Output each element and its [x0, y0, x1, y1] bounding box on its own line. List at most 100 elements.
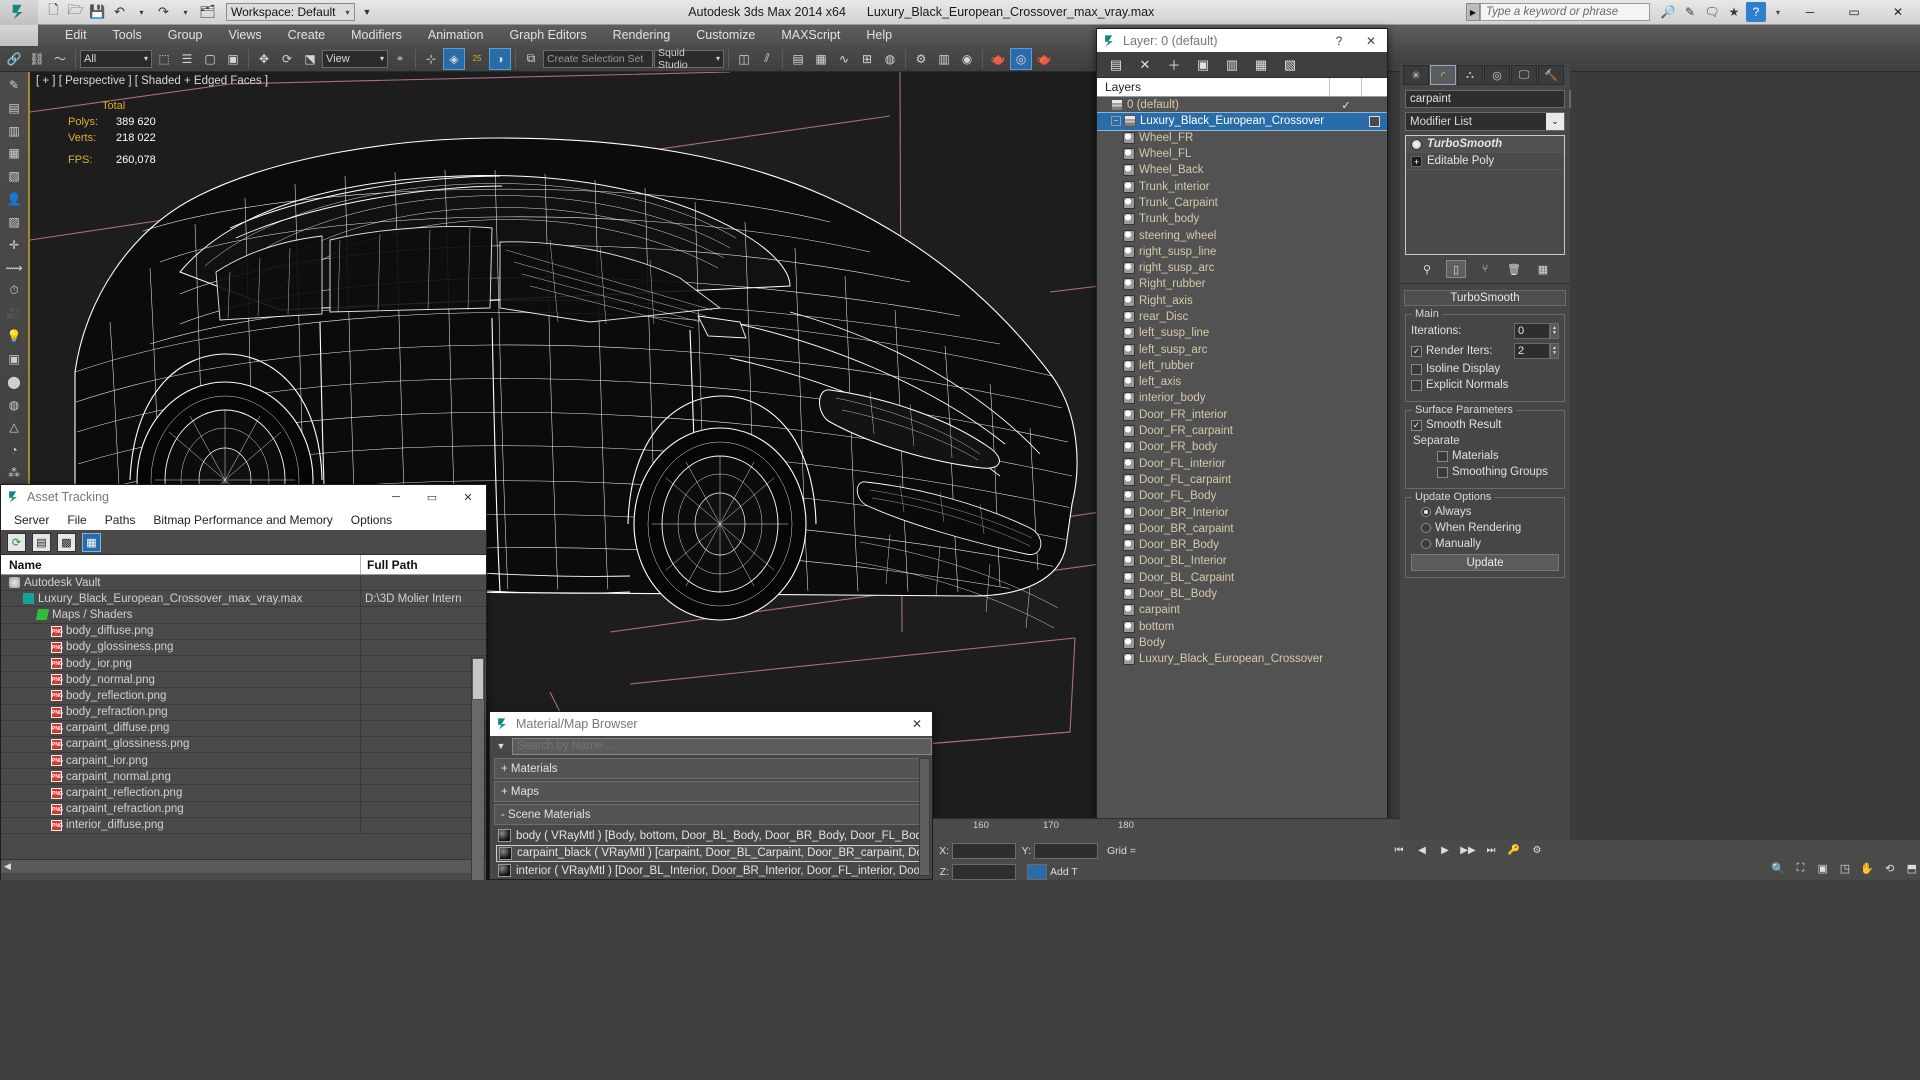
populate-icon[interactable]: 👤 [2, 188, 26, 210]
search-input[interactable]: Type a keyword or phrase [1480, 3, 1650, 21]
menu-item-modifiers[interactable]: Modifiers [338, 25, 415, 46]
layer-row[interactable]: Door_FL_Body [1097, 488, 1387, 504]
asset-menu-bitmap-performance-and-memory[interactable]: Bitmap Performance and Memory [144, 513, 341, 527]
material-icon[interactable]: ◍ [2, 394, 26, 416]
show-end-result-icon[interactable]: ▯ [1446, 260, 1466, 278]
asset-row[interactable]: PNG interior_diffuse.png [1, 817, 486, 834]
layer-row[interactable]: left_susp_line [1097, 325, 1387, 341]
asset-horizontal-scrollbar[interactable]: ◀ ▶ [1, 859, 486, 873]
menu-item-views[interactable]: Views [215, 25, 274, 46]
favorites-icon[interactable]: ★ [1724, 2, 1744, 22]
save-icon[interactable]: 💾 [88, 3, 107, 22]
containers-icon[interactable]: ▨ [2, 211, 26, 233]
bind-spacewarp-icon[interactable]: 〜 [49, 48, 71, 70]
configure-sets-icon[interactable]: ▦ [1533, 260, 1553, 278]
scrollbar-thumb[interactable] [472, 658, 484, 700]
asset-row[interactable]: PNG carpaint_refraction.png [1, 801, 486, 818]
asset-row[interactable]: Luxury_Black_European_Crossover_max_vray… [1, 591, 486, 608]
mmb-group--maps[interactable]: + Maps [494, 781, 928, 802]
named-set-dropdown[interactable]: Squid Studio ▾ [654, 47, 724, 71]
select-scale-icon[interactable]: ⬔ [299, 48, 321, 70]
asset-row[interactable]: PNG carpaint_glossiness.png [1, 736, 486, 754]
layer-active-check[interactable]: ✓ [1331, 99, 1361, 112]
percent-snap-icon[interactable]: 25 [466, 48, 488, 70]
redo-icon[interactable]: ↷ [154, 3, 173, 22]
layer-row-selected[interactable]: − Luxury_Black_European_Crossover [1097, 112, 1387, 131]
make-unique-icon[interactable]: ⑂ [1475, 260, 1495, 278]
render-icon[interactable]: ▣ [2, 348, 26, 370]
smoothing-groups-checkbox[interactable] [1437, 466, 1448, 478]
layer-row[interactable]: Door_FL_carpaint [1097, 472, 1387, 488]
object-name-input[interactable] [1405, 90, 1565, 108]
named-selection-set-input[interactable]: Create Selection Set [543, 49, 653, 68]
render-iters-spinner[interactable]: ▲▼ [1514, 343, 1559, 359]
pin-stack-icon[interactable]: ⚲ [1417, 260, 1437, 278]
render-iters-checkbox[interactable]: ✓ [1411, 345, 1422, 357]
select-layer-icon[interactable]: ▥ [1223, 56, 1241, 74]
selection-filter-dropdown[interactable]: All ▾ [80, 49, 152, 68]
remove-modifier-icon[interactable]: 🗑 [1504, 260, 1524, 278]
iterations-input[interactable] [1514, 323, 1550, 339]
layer-manager-icon[interactable]: ▤ [787, 48, 809, 70]
activeshade-icon[interactable]: 🫖 [1033, 48, 1055, 70]
zoom-icon[interactable]: 🔍 [1770, 859, 1786, 877]
menu-item-rendering[interactable]: Rendering [600, 25, 684, 46]
camera-icon[interactable]: 🎥 [2, 302, 26, 324]
scene-material-item[interactable]: carpaint_black ( VRayMtl ) [carpaint, Do… [496, 844, 928, 862]
layer-row[interactable]: Body [1097, 635, 1387, 651]
render-frame-icon[interactable]: ▥ [933, 48, 955, 70]
key-mode-icon[interactable]: 🔑 [1505, 841, 1523, 859]
update-always-radio[interactable] [1421, 507, 1431, 517]
ribbon-icon[interactable]: ▦ [810, 48, 832, 70]
workspace-selector[interactable]: Workspace: Default ▾ [226, 3, 355, 21]
layer-row[interactable]: Door_BL_Body [1097, 586, 1387, 602]
layer-row[interactable]: right_susp_arc [1097, 260, 1387, 276]
time-config-icon[interactable]: ⚙ [1528, 841, 1546, 859]
add-time-tag-label[interactable]: Add T [1050, 866, 1078, 878]
layer-row[interactable]: Trunk_Carpaint [1097, 195, 1387, 211]
open-icon[interactable]: 🗁 [66, 2, 85, 22]
layer-row[interactable]: Trunk_interior [1097, 178, 1387, 194]
isoline-display-row[interactable]: Isoline Display [1411, 363, 1559, 375]
coord-y-field[interactable] [1034, 843, 1098, 859]
utilities-tab[interactable]: 🔨 [1538, 65, 1564, 85]
mmb-scrollbar[interactable] [919, 758, 930, 876]
list-view-icon[interactable]: ▤ [32, 532, 51, 552]
motion-paths-icon[interactable]: ⟿ [2, 257, 26, 279]
menu-item-group[interactable]: Group [155, 25, 216, 46]
select-by-name-icon[interactable]: ☰ [176, 48, 198, 70]
motion-tab[interactable]: ◎ [1484, 65, 1510, 85]
next-frame-icon[interactable]: ▶▶ [1459, 841, 1477, 859]
asset-row[interactable]: PNG body_diffuse.png [1, 623, 486, 640]
update-rendering-row[interactable]: When Rendering [1411, 522, 1559, 534]
orbit-icon[interactable]: ⟲ [1881, 859, 1897, 877]
layer-row[interactable]: interior_body [1097, 390, 1387, 406]
pencil-tool-icon[interactable]: ✎ [2, 74, 26, 96]
reference-coordinate-dropdown[interactable]: View ▾ [322, 49, 388, 68]
coord-x-field[interactable] [952, 843, 1016, 859]
grid-view-icon[interactable]: ▦ [82, 532, 101, 552]
asset-minimize-button[interactable]: ─ [378, 485, 414, 509]
schematic-view-icon[interactable]: ⊞ [856, 48, 878, 70]
asset-row[interactable]: PNG body_ior.png [1, 655, 486, 673]
sphere-icon[interactable]: ⬤ [2, 371, 26, 393]
layer-row[interactable]: left_susp_arc [1097, 341, 1387, 357]
modify-tab[interactable]: ◜ [1430, 65, 1456, 85]
layer-row[interactable]: steering_wheel [1097, 227, 1387, 243]
zoom-extents-icon[interactable]: ▣ [1815, 859, 1831, 877]
auto-key-icon[interactable] [1027, 864, 1047, 880]
menu-item-customize[interactable]: Customize [683, 25, 768, 46]
go-to-end-icon[interactable]: ⏭ [1482, 841, 1500, 859]
viewport-label[interactable]: [ + ] [ Perspective ] [ Shaded + Edged F… [36, 75, 268, 87]
new-icon[interactable]: 🗋 [44, 2, 63, 22]
quick-render-teapot-icon[interactable]: 🫖 [987, 48, 1009, 70]
infocenter-icon[interactable]: 🔎 [1658, 2, 1678, 22]
layer-row[interactable]: rear_Disc [1097, 309, 1387, 325]
time-slider[interactable]: 160 170 180 [933, 818, 1400, 840]
mmb-group--materials[interactable]: + Materials [494, 758, 928, 779]
asset-row[interactable]: PNG carpaint_diffuse.png [1, 720, 486, 737]
maximize-viewport-icon[interactable]: ⬒ [1904, 859, 1920, 877]
layer-row[interactable]: Wheel_Back [1097, 162, 1387, 178]
window-crossing-icon[interactable]: ▣ [222, 48, 244, 70]
smoothing-groups-row[interactable]: Smoothing Groups [1411, 466, 1559, 478]
